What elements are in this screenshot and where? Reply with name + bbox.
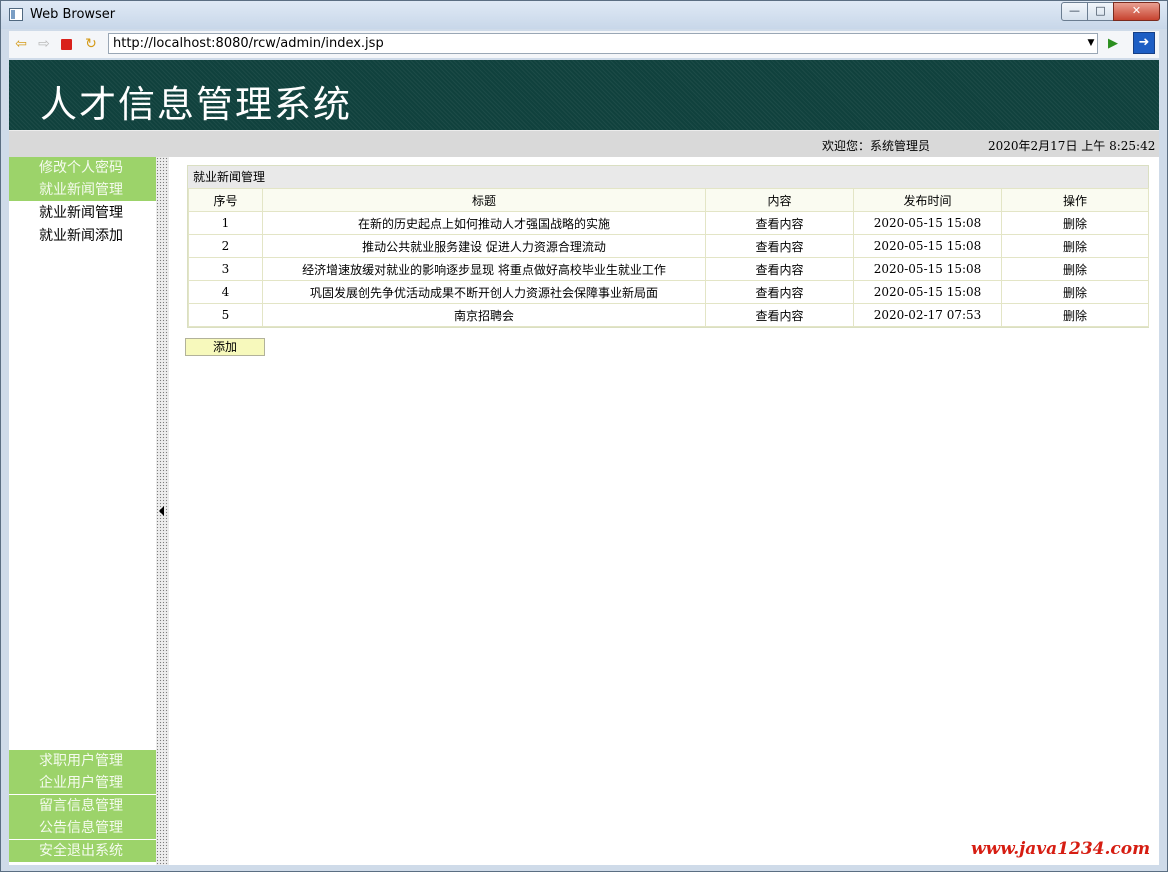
row-title: 推动公共就业服务建设 促进人力资源合理流动 [262, 234, 706, 258]
address-dropdown-icon[interactable]: ▼ [1085, 34, 1097, 53]
column-header-content: 内容 [705, 188, 854, 212]
view-content-link[interactable]: 查看内容 [705, 280, 854, 304]
table-row: 3 经济增速放缓对就业的影响逐步显现 将重点做好高校毕业生就业工作 查看内容 2… [188, 257, 1149, 281]
sidebar-item-announcements[interactable]: 公告信息管理 [9, 817, 156, 839]
column-header-action: 操作 [1001, 188, 1149, 212]
watermark-text: www.java1234.com [971, 839, 1151, 859]
row-title: 在新的历史起点上如何推动人才强国战略的实施 [262, 211, 706, 235]
row-time: 2020-05-15 15:08 [853, 257, 1002, 281]
row-title: 巩固发展创先争优活动成果不断开创人力资源社会保障事业新局面 [262, 280, 706, 304]
view-content-link[interactable]: 查看内容 [705, 303, 854, 327]
delete-link[interactable]: 删除 [1001, 234, 1149, 258]
panel-title: 就业新闻管理 [188, 166, 1148, 188]
site-header: 人才信息管理系统 [9, 60, 1159, 130]
window-title: Web Browser [30, 7, 116, 22]
row-time: 2020-02-17 07:53 [853, 303, 1002, 327]
app-window-icon [9, 8, 23, 21]
delete-link[interactable]: 删除 [1001, 303, 1149, 327]
maximize-button[interactable]: □ [1087, 2, 1114, 21]
sidebar-item-news-management-group[interactable]: 就业新闻管理 [9, 179, 156, 201]
welcome-text: 欢迎您：系统管理员 [822, 139, 931, 153]
table-row: 1 在新的历史起点上如何推动人才强国战略的实施 查看内容 2020-05-15 … [188, 211, 1149, 235]
forward-arrow-icon[interactable]: ⇨ [36, 36, 52, 52]
site-title: 人才信息管理系统 [40, 83, 352, 126]
browser-window: Web Browser — □ ✕ ⇦ ⇨ ↻ http://localhost… [0, 0, 1168, 872]
sidebar-item-company-users[interactable]: 企业用户管理 [9, 772, 156, 794]
browser-toolbar: ⇦ ⇨ ↻ http://localhost:8080/rcw/admin/in… [9, 31, 1159, 58]
row-title: 经济增速放缓对就业的影响逐步显现 将重点做好高校毕业生就业工作 [262, 257, 706, 281]
refresh-icon[interactable]: ↻ [83, 36, 99, 52]
close-button[interactable]: ✕ [1113, 2, 1160, 21]
table-row: 4 巩固发展创先争优活动成果不断开创人力资源社会保障事业新局面 查看内容 202… [188, 280, 1149, 304]
view-content-link[interactable]: 查看内容 [705, 234, 854, 258]
title-bar: Web Browser — □ ✕ [1, 1, 1167, 29]
sidebar-item-messages[interactable]: 留言信息管理 [9, 795, 156, 817]
row-no: 2 [188, 234, 263, 258]
row-title: 南京招聘会 [262, 303, 706, 327]
delete-link[interactable]: 删除 [1001, 211, 1149, 235]
delete-link[interactable]: 删除 [1001, 257, 1149, 281]
back-arrow-icon[interactable]: ⇦ [13, 36, 29, 52]
row-time: 2020-05-15 15:08 [853, 280, 1002, 304]
row-no: 1 [188, 211, 263, 235]
table-header-row: 序号 标题 内容 发布时间 操作 [188, 188, 1149, 212]
add-news-button[interactable]: 添加 [185, 338, 265, 356]
collapse-arrow-icon[interactable] [159, 506, 164, 516]
column-header-time: 发布时间 [853, 188, 1002, 212]
minimize-button[interactable]: — [1061, 2, 1088, 21]
sidebar-splitter[interactable] [156, 157, 169, 865]
view-content-link[interactable]: 查看内容 [705, 211, 854, 235]
main-content: 就业新闻管理 序号 标题 内容 发布时间 操作 1 在新的历史起点上如何推动人才… [169, 157, 1159, 865]
stop-icon[interactable] [61, 39, 72, 50]
sidebar-menu: 修改个人密码 就业新闻管理 就业新闻管理 就业新闻添加 求职用户管理 企业用户管… [9, 157, 156, 865]
go-icon[interactable]: ▶ [1105, 36, 1121, 52]
row-no: 4 [188, 280, 263, 304]
sidebar-item-jobseeker-users[interactable]: 求职用户管理 [9, 750, 156, 772]
exit-icon[interactable]: ➜ [1133, 32, 1155, 54]
delete-link[interactable]: 删除 [1001, 280, 1149, 304]
web-page: 人才信息管理系统 欢迎您：系统管理员 2020年2月17日 上午 8:25:42… [9, 60, 1159, 865]
row-time: 2020-05-15 15:08 [853, 234, 1002, 258]
news-panel: 就业新闻管理 序号 标题 内容 发布时间 操作 1 在新的历史起点上如何推动人才… [187, 165, 1149, 328]
column-header-title: 标题 [262, 188, 706, 212]
row-time: 2020-05-15 15:08 [853, 211, 1002, 235]
row-no: 5 [188, 303, 263, 327]
news-table: 序号 标题 内容 发布时间 操作 1 在新的历史起点上如何推动人才强国战略的实施… [188, 188, 1149, 327]
view-content-link[interactable]: 查看内容 [705, 257, 854, 281]
sidebar-item-news-management[interactable]: 就业新闻管理 [9, 202, 156, 224]
sidebar-item-change-password[interactable]: 修改个人密码 [9, 157, 156, 179]
row-no: 3 [188, 257, 263, 281]
table-row: 5 南京招聘会 查看内容 2020-02-17 07:53 删除 [188, 303, 1149, 327]
sidebar-item-logout[interactable]: 安全退出系统 [9, 840, 156, 862]
table-row: 2 推动公共就业服务建设 促进人力资源合理流动 查看内容 2020-05-15 … [188, 234, 1149, 258]
sidebar-item-news-add[interactable]: 就业新闻添加 [9, 225, 156, 247]
current-datetime: 2020年2月17日 上午 8:25:42 [988, 139, 1156, 153]
status-bar: 欢迎您：系统管理员 2020年2月17日 上午 8:25:42 [9, 130, 1159, 157]
address-bar[interactable]: http://localhost:8080/rcw/admin/index.js… [108, 33, 1098, 54]
column-header-no: 序号 [188, 188, 263, 212]
